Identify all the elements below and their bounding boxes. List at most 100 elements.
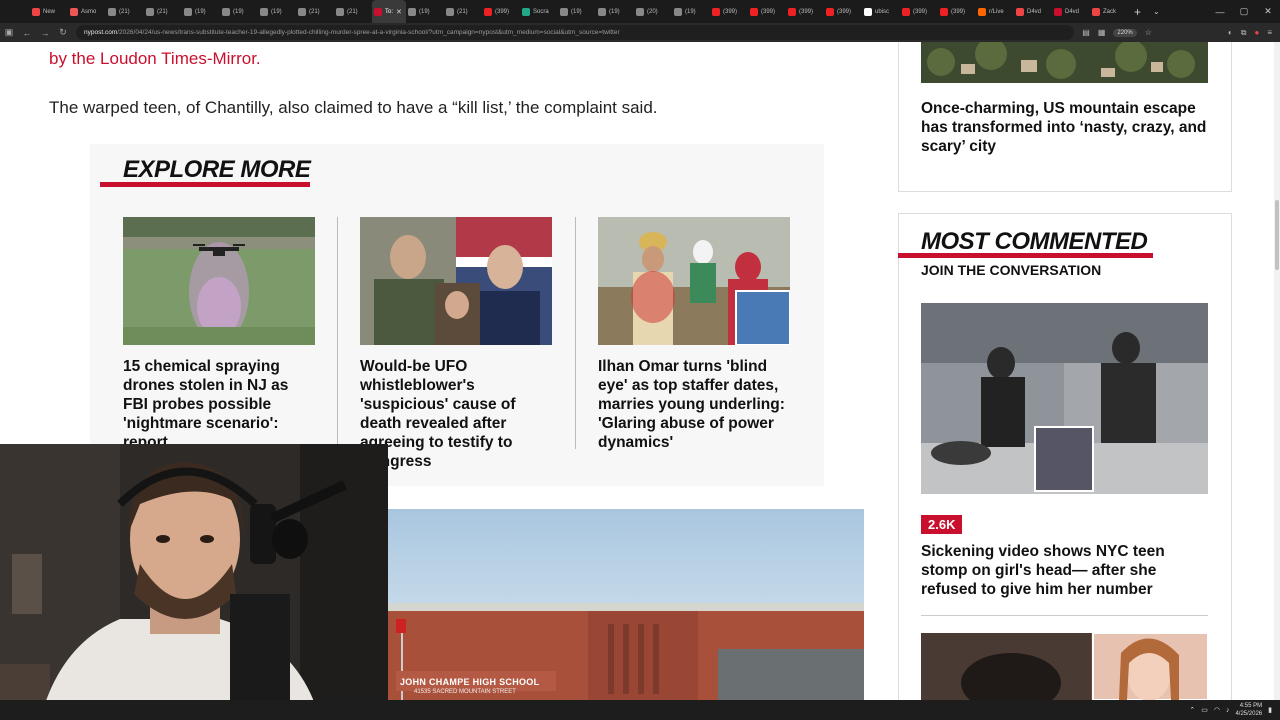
most-commented-video-image[interactable] [921,303,1208,494]
tab-favicon-icon [902,7,910,16]
forward-icon[interactable]: → [36,28,54,38]
browser-tab[interactable]: (399) [786,0,824,23]
wifi-icon[interactable]: ◠ [1214,706,1220,714]
tab-favicon-icon [560,7,568,16]
back-icon[interactable]: ← [18,28,36,38]
close-window-icon[interactable]: ✕ [1256,6,1280,17]
comment-count-badge[interactable]: 2.6K [921,515,963,534]
tab-favicon-icon [336,7,344,16]
notification-icon[interactable]: ▮ [1268,706,1272,714]
browser-tab[interactable]: Socra [520,0,558,23]
reader-icon[interactable]: ▤ [1082,28,1090,37]
browser-tab[interactable]: (21) [444,0,482,23]
browser-tab[interactable]: (19) [558,0,596,23]
browser-tab[interactable]: D4vd [1014,0,1052,23]
browser-tab[interactable]: (19) [406,0,444,23]
tab-favicon-icon [712,7,720,16]
page-scrollbar-thumb[interactable] [1275,200,1279,270]
browser-tab[interactable]: (399) [824,0,862,23]
school-sign-subtext: 41535 SACRED MOUNTAIN STREET [414,689,516,695]
tab-favicon-icon [260,7,268,16]
tab-search-icon[interactable]: ▦ [1098,28,1106,37]
tab-label: (21) [157,8,168,15]
article-paragraph: The warped teen, of Chantilly, also clai… [49,98,658,117]
reload-icon[interactable]: ↻ [54,27,72,38]
browser-tab[interactable]: (19) [220,0,258,23]
maximize-icon[interactable]: ▢ [1232,6,1256,17]
browser-tab[interactable]: (19) [182,0,220,23]
sidebar-top-story-headline[interactable]: Once-charming, US mountain escape has tr… [921,99,1208,156]
browser-tab[interactable]: (19) [596,0,634,23]
browser-tab[interactable]: (20) [634,0,672,23]
volume-icon[interactable]: ♪ [1226,707,1230,714]
browser-tab[interactable]: r/Live [976,0,1014,23]
clock-time: 4:55 PM [1239,703,1263,709]
tab-label: (399) [837,8,852,15]
browser-tab[interactable]: (21) [144,0,182,23]
explore-card[interactable]: Would-be UFO whistleblower's 'suspicious… [360,217,552,471]
browser-tab[interactable]: (21) [334,0,372,23]
tab-label: (20) [647,8,658,15]
new-tab-button[interactable]: + [1128,5,1147,19]
source-link[interactable]: by the Loudon Times-Mirror. [49,49,261,69]
tab-favicon-icon [826,7,834,16]
explore-card-headline[interactable]: Ilhan Omar turns 'blind eye' as top staf… [598,357,790,452]
browser-tab[interactable]: (399) [748,0,786,23]
url-field[interactable]: nypost.com/2026/04/24/us-news/trans-subs… [76,25,1075,40]
explore-card-headline[interactable]: 15 chemical spraying drones stolen in NJ… [123,357,315,452]
downloads-icon[interactable]: ⧉ [1241,28,1247,38]
tab-list-chevron-icon[interactable]: ⌄ [1147,7,1166,16]
menu-icon[interactable]: ≡ [1267,28,1272,37]
explore-card[interactable]: Ilhan Omar turns 'blind eye' as top staf… [598,217,790,452]
mountain-town-image[interactable] [921,42,1208,83]
browser-tab[interactable]: (399) [482,0,520,23]
next-story-image[interactable] [921,633,1208,700]
sidebar-toggle-icon[interactable]: ▣ [0,27,18,38]
tab-favicon-icon [940,7,948,16]
tab-label: (19) [609,8,620,15]
address-bar-row: ▣ ← → ↻ nypost.com/2026/04/24/us-news/tr… [0,23,1280,42]
most-commented-headline[interactable]: Sickening video shows NYC teen stomp on … [921,542,1208,599]
tray-chevron-icon[interactable]: ⌃ [1189,706,1195,714]
explore-more-title: EXPLORE MORE [123,156,311,183]
wedding-image[interactable] [598,217,790,345]
browser-tab[interactable]: (399) [710,0,748,23]
extensions-icon[interactable]: ◐ [1228,28,1233,37]
tab-label: (399) [913,8,928,15]
browser-tab[interactable]: (19) [672,0,710,23]
tab-favicon-icon [636,7,644,16]
profile-icon[interactable]: ● [1254,28,1259,37]
browser-tab[interactable]: ubisc [862,0,900,23]
browser-tab[interactable]: (21) [106,0,144,23]
tab-close-icon[interactable]: ✕ [396,8,402,16]
network-icon[interactable]: ▭ [1201,706,1208,714]
tab-label: (21) [119,8,130,15]
tab-favicon-icon [108,7,116,16]
minimize-icon[interactable]: — [1208,7,1232,17]
tab-label: D4vd [1065,8,1080,15]
tab-label: (19) [571,8,582,15]
browser-tab[interactable]: (21) [296,0,334,23]
tab-favicon-icon [1092,7,1100,16]
page-scrollbar[interactable] [1274,42,1280,700]
clock-date: 4/25/2026 [1235,711,1263,717]
ufo-whistleblower-image[interactable] [360,217,552,345]
browser-tab[interactable]: Asmo [68,0,106,23]
browser-tab[interactable]: Zack [1090,0,1128,23]
tab-label: New [43,8,56,15]
browser-tab[interactable]: (399) [900,0,938,23]
explore-card-headline[interactable]: Would-be UFO whistleblower's 'suspicious… [360,357,552,471]
drone-image[interactable] [123,217,315,345]
tab-label: (19) [195,8,206,15]
browser-tab[interactable]: D4vd [1052,0,1090,23]
tab-label: (21) [347,8,358,15]
browser-tab[interactable]: (19) [258,0,296,23]
browser-tab[interactable]: New [30,0,68,23]
taskbar-clock[interactable]: 4:55 PM 4/25/2026 [1235,702,1262,718]
tab-active[interactable]: To: ✕ [372,0,406,23]
browser-tab[interactable]: (399) [938,0,976,23]
explore-card[interactable]: 15 chemical spraying drones stolen in NJ… [123,217,315,452]
bookmark-star-icon[interactable]: ☆ [1145,28,1152,37]
zoom-indicator[interactable]: 220% [1113,28,1137,37]
tab-favicon-icon [598,7,606,16]
